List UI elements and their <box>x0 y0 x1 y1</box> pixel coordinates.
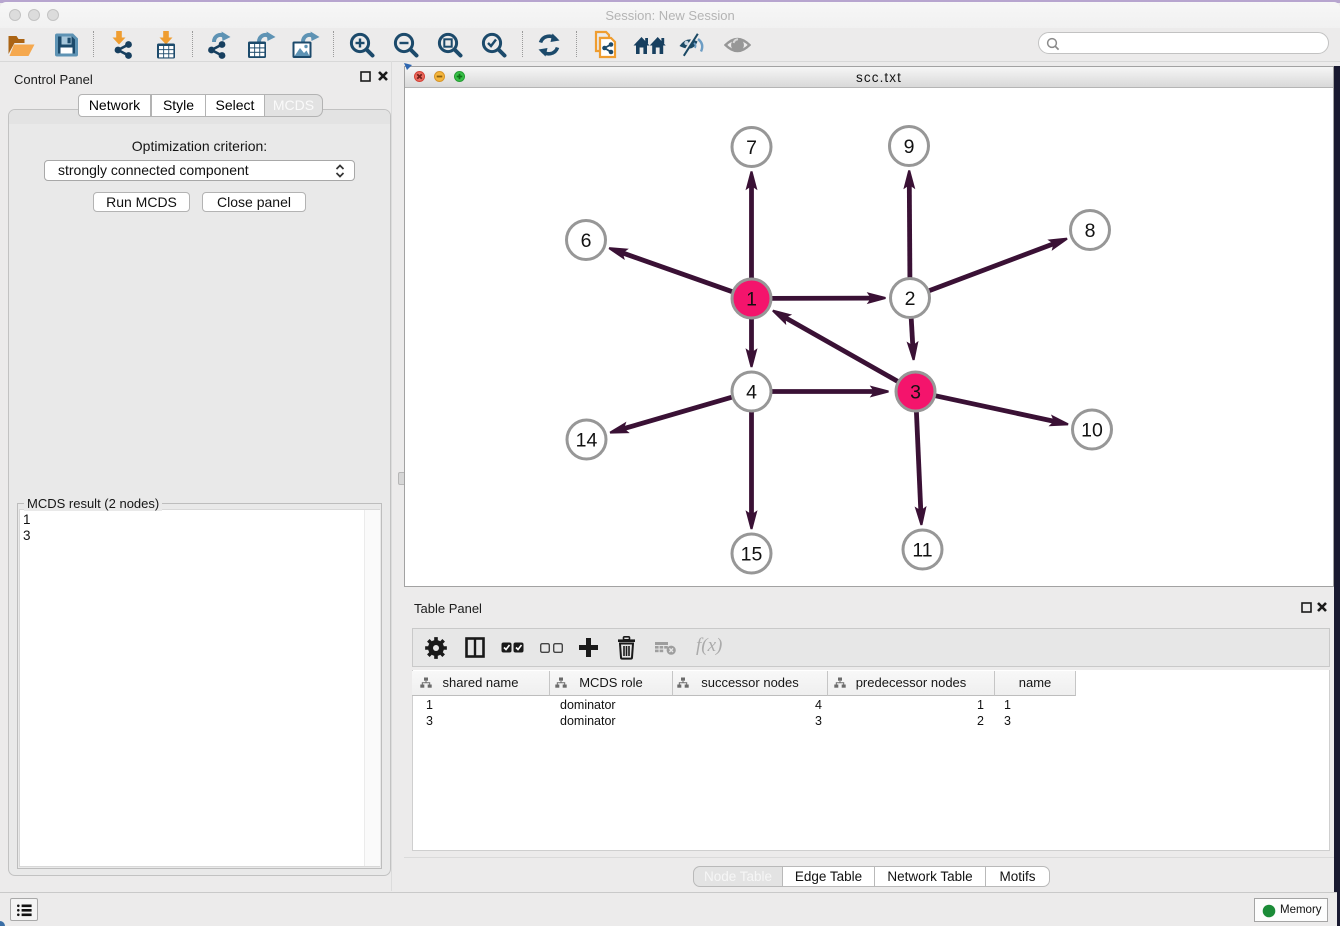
svg-text:2: 2 <box>905 288 916 310</box>
svg-text:7: 7 <box>746 137 757 159</box>
svg-text:3: 3 <box>910 382 921 404</box>
svg-text:4: 4 <box>746 382 757 404</box>
svg-text:6: 6 <box>581 230 592 252</box>
svg-text:15: 15 <box>741 544 763 566</box>
svg-text:10: 10 <box>1081 420 1103 442</box>
svg-text:1: 1 <box>746 289 757 311</box>
svg-text:11: 11 <box>912 540 932 562</box>
svg-text:8: 8 <box>1085 220 1096 242</box>
svg-text:9: 9 <box>904 136 915 158</box>
svg-text:14: 14 <box>576 430 598 452</box>
